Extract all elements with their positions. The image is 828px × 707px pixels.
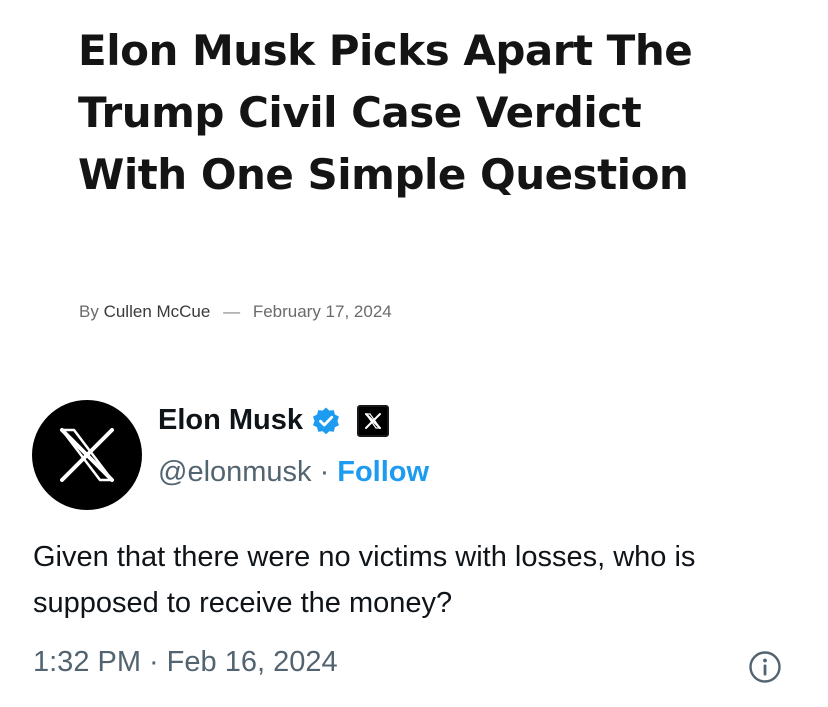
- handle-row: @elonmusk · Follow: [158, 456, 429, 489]
- article-byline: By Cullen McCue — February 17, 2024: [79, 302, 392, 322]
- avatar[interactable]: [32, 400, 142, 510]
- byline-prefix: By: [79, 302, 99, 321]
- byline-dash: —: [223, 302, 241, 321]
- tweet-author-row: Elon Musk: [158, 404, 390, 437]
- tweet-date: Feb 16, 2024: [166, 646, 338, 678]
- x-glyph-icon: [364, 412, 382, 429]
- tweet-time: 1:32 PM: [33, 646, 141, 678]
- tweet-timestamp[interactable]: 1:32 PM · Feb 16, 2024: [33, 646, 338, 679]
- article-date: February 17, 2024: [252, 302, 392, 321]
- follow-button[interactable]: Follow: [337, 456, 429, 488]
- x-logo-icon: [357, 404, 390, 437]
- info-icon[interactable]: [748, 650, 782, 684]
- handle-separator: ·: [319, 456, 330, 488]
- article-headline: Elon Musk Picks Apart The Trump Civil Ca…: [78, 26, 693, 199]
- user-handle[interactable]: @elonmusk: [158, 456, 312, 488]
- verified-badge-icon: [313, 407, 340, 434]
- author-name[interactable]: Cullen McCue: [104, 302, 211, 321]
- tweet-text: Given that there were no victims with lo…: [33, 541, 696, 619]
- timestamp-separator: ·: [149, 646, 159, 678]
- x-logo-avatar-icon: [60, 428, 114, 482]
- display-name[interactable]: Elon Musk: [158, 404, 303, 437]
